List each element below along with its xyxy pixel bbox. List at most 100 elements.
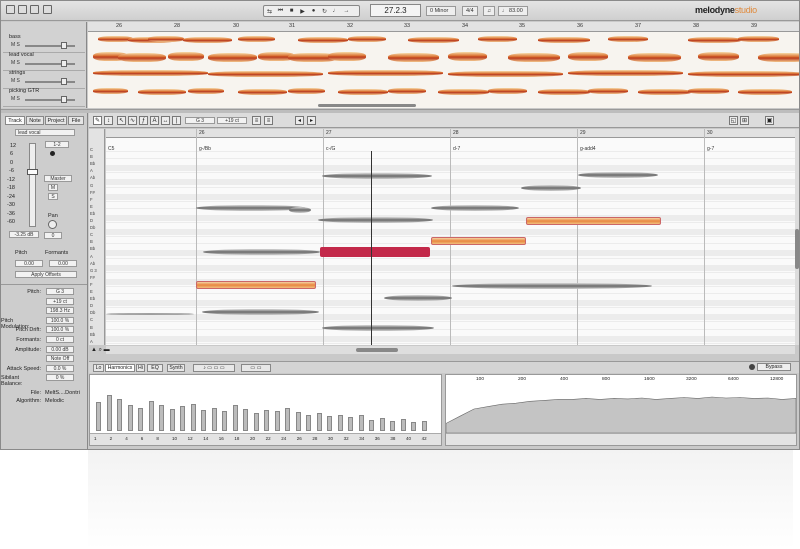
note-pitch-curve[interactable] bbox=[196, 281, 316, 289]
pan-knob[interactable] bbox=[48, 220, 57, 229]
harmonic-bar[interactable] bbox=[106, 394, 112, 431]
arrange-note-blob[interactable] bbox=[608, 36, 648, 42]
snap-left-icon[interactable]: ◂ bbox=[295, 116, 304, 125]
arrange-note-blob[interactable] bbox=[588, 88, 628, 94]
tempo-detect-icon[interactable]: ♫ bbox=[483, 6, 495, 16]
harmonic-bar[interactable] bbox=[96, 402, 101, 431]
track-volume-slider[interactable] bbox=[25, 45, 75, 47]
track-volume-slider[interactable] bbox=[25, 99, 75, 101]
note-cents-field[interactable]: +19 ct bbox=[217, 117, 247, 124]
note-blob[interactable] bbox=[384, 295, 452, 301]
arrange-note-blob[interactable] bbox=[568, 70, 683, 76]
arrange-note-blob[interactable] bbox=[538, 37, 590, 43]
harmonic-bar[interactable] bbox=[190, 403, 196, 431]
note-blob[interactable] bbox=[322, 325, 434, 331]
apply-offsets-button[interactable]: Apply Offsets bbox=[15, 271, 77, 278]
arrange-note-blob[interactable] bbox=[698, 52, 739, 61]
param-value[interactable]: 100.0 % bbox=[46, 326, 74, 334]
arrange-note-blob[interactable] bbox=[448, 71, 563, 77]
harmonic-bar[interactable] bbox=[316, 413, 322, 431]
track-row[interactable]: picking GTR M S bbox=[3, 86, 85, 107]
snap-options-icon[interactable]: ⊞ bbox=[740, 116, 749, 125]
track-volume-slider[interactable] bbox=[25, 81, 75, 83]
arrange-note-blob[interactable] bbox=[508, 53, 560, 62]
tab-note[interactable]: Note bbox=[26, 116, 44, 125]
arrange-note-blob[interactable] bbox=[388, 88, 426, 94]
cycle-icon[interactable]: ⇆ bbox=[264, 8, 275, 15]
tab-project[interactable]: Project bbox=[45, 116, 67, 125]
arrange-note-blob[interactable] bbox=[628, 53, 681, 62]
harmonic-bar[interactable] bbox=[211, 407, 217, 431]
note-pitch-curve[interactable] bbox=[526, 217, 661, 225]
tab-hi[interactable]: Hi bbox=[136, 364, 145, 372]
harmonic-bar[interactable] bbox=[358, 415, 364, 431]
harmonic-bar[interactable] bbox=[327, 416, 332, 431]
arrange-note-blob[interactable] bbox=[438, 89, 489, 95]
mixer-icon[interactable] bbox=[43, 5, 52, 14]
arrange-note-blob[interactable] bbox=[298, 37, 348, 43]
harmonic-bar[interactable] bbox=[306, 415, 311, 431]
note-blob[interactable] bbox=[202, 309, 319, 315]
arrange-note-blob[interactable] bbox=[338, 89, 388, 95]
harmonic-bar[interactable] bbox=[337, 415, 343, 431]
arrange-note-blob[interactable] bbox=[688, 71, 799, 77]
arrange-note-blob[interactable] bbox=[488, 88, 527, 94]
note-blob[interactable] bbox=[431, 205, 519, 211]
pan-value[interactable]: 0 bbox=[44, 232, 62, 239]
editor-view-icon[interactable] bbox=[18, 5, 27, 14]
arrange-note-blob[interactable] bbox=[288, 88, 325, 94]
tab-lo[interactable]: Lo bbox=[93, 364, 104, 372]
harmonic-bar[interactable] bbox=[159, 405, 164, 431]
note-blob[interactable] bbox=[289, 207, 311, 213]
arrange-note-blob[interactable] bbox=[188, 88, 224, 94]
note-pitch-curve[interactable] bbox=[431, 237, 526, 245]
arrange-note-blob[interactable] bbox=[688, 37, 741, 43]
arrange-note-blob[interactable] bbox=[208, 53, 257, 62]
arrange-note-blob[interactable] bbox=[478, 36, 517, 42]
param-value[interactable]: +19 ct bbox=[46, 297, 74, 305]
harmonic-bar[interactable] bbox=[117, 398, 122, 431]
record-icon[interactable]: ● bbox=[308, 8, 319, 14]
arrange-note-blob[interactable] bbox=[148, 36, 184, 42]
harmonic-bar[interactable] bbox=[421, 420, 427, 431]
arrange-note-blob[interactable] bbox=[238, 89, 287, 95]
chord-label[interactable]: g-/Bb bbox=[199, 146, 211, 152]
playhead[interactable] bbox=[371, 151, 372, 345]
rewind-icon[interactable]: ⏮ bbox=[275, 8, 286, 15]
output-select[interactable]: Master bbox=[44, 175, 72, 182]
zoom-tools-icon[interactable]: ▲ ⌕ ▬ bbox=[91, 347, 110, 354]
pitch-offset-field[interactable]: 0.00 bbox=[15, 260, 43, 267]
param-value[interactable]: 0 % bbox=[46, 374, 74, 382]
harmonic-bar[interactable] bbox=[295, 412, 301, 431]
arrange-note-blob[interactable] bbox=[348, 36, 386, 42]
note-blob[interactable] bbox=[203, 249, 320, 255]
selected-note[interactable] bbox=[320, 247, 430, 257]
track-volume-handle[interactable] bbox=[61, 60, 67, 67]
harmonic-bar[interactable] bbox=[274, 411, 280, 431]
arrange-note-blob[interactable] bbox=[93, 70, 208, 76]
tab-harmonics[interactable]: Harmonics bbox=[105, 364, 135, 372]
arrange-note-blob[interactable] bbox=[328, 52, 366, 61]
arrange-note-blob[interactable] bbox=[238, 36, 275, 42]
chord-label[interactable]: g-7 bbox=[707, 146, 714, 152]
arrange-note-blob[interactable] bbox=[688, 88, 729, 94]
formant-tool-icon[interactable]: ƒ bbox=[139, 116, 148, 125]
algorithm-value[interactable]: Melodic bbox=[45, 398, 64, 404]
arrange-note-blob[interactable] bbox=[118, 53, 166, 62]
sound-options-controls[interactable]: ♪ ▭ ▭ ▭ bbox=[193, 364, 235, 372]
quantize-time-icon[interactable]: ≡ bbox=[264, 116, 273, 125]
pointer-tool-icon[interactable]: ↖ bbox=[117, 116, 126, 125]
arrange-note-blob[interactable] bbox=[208, 71, 323, 77]
sound-options-toggle[interactable]: ▭ ▭ bbox=[241, 364, 271, 372]
chord-label[interactable]: C5 bbox=[108, 146, 114, 152]
track-name-field[interactable]: lead vocal bbox=[15, 129, 75, 136]
editor-vertical-scrollbar[interactable] bbox=[795, 129, 799, 345]
mute-button[interactable]: M bbox=[48, 184, 58, 191]
play-icon[interactable]: ▶ bbox=[297, 8, 308, 15]
note-editor-grid[interactable]: 26 27 28 29 30 C5 g-/Bb c-/G d-7 g-add4 g-7 bbox=[106, 129, 795, 345]
loop-icon[interactable]: ↻ bbox=[319, 8, 330, 15]
bypass-power-icon[interactable] bbox=[749, 364, 755, 370]
fader-value[interactable]: -3.25 dB bbox=[9, 231, 39, 238]
arrange-note-blob[interactable] bbox=[183, 37, 232, 43]
main-tool-icon[interactable]: ✎ bbox=[93, 116, 102, 125]
